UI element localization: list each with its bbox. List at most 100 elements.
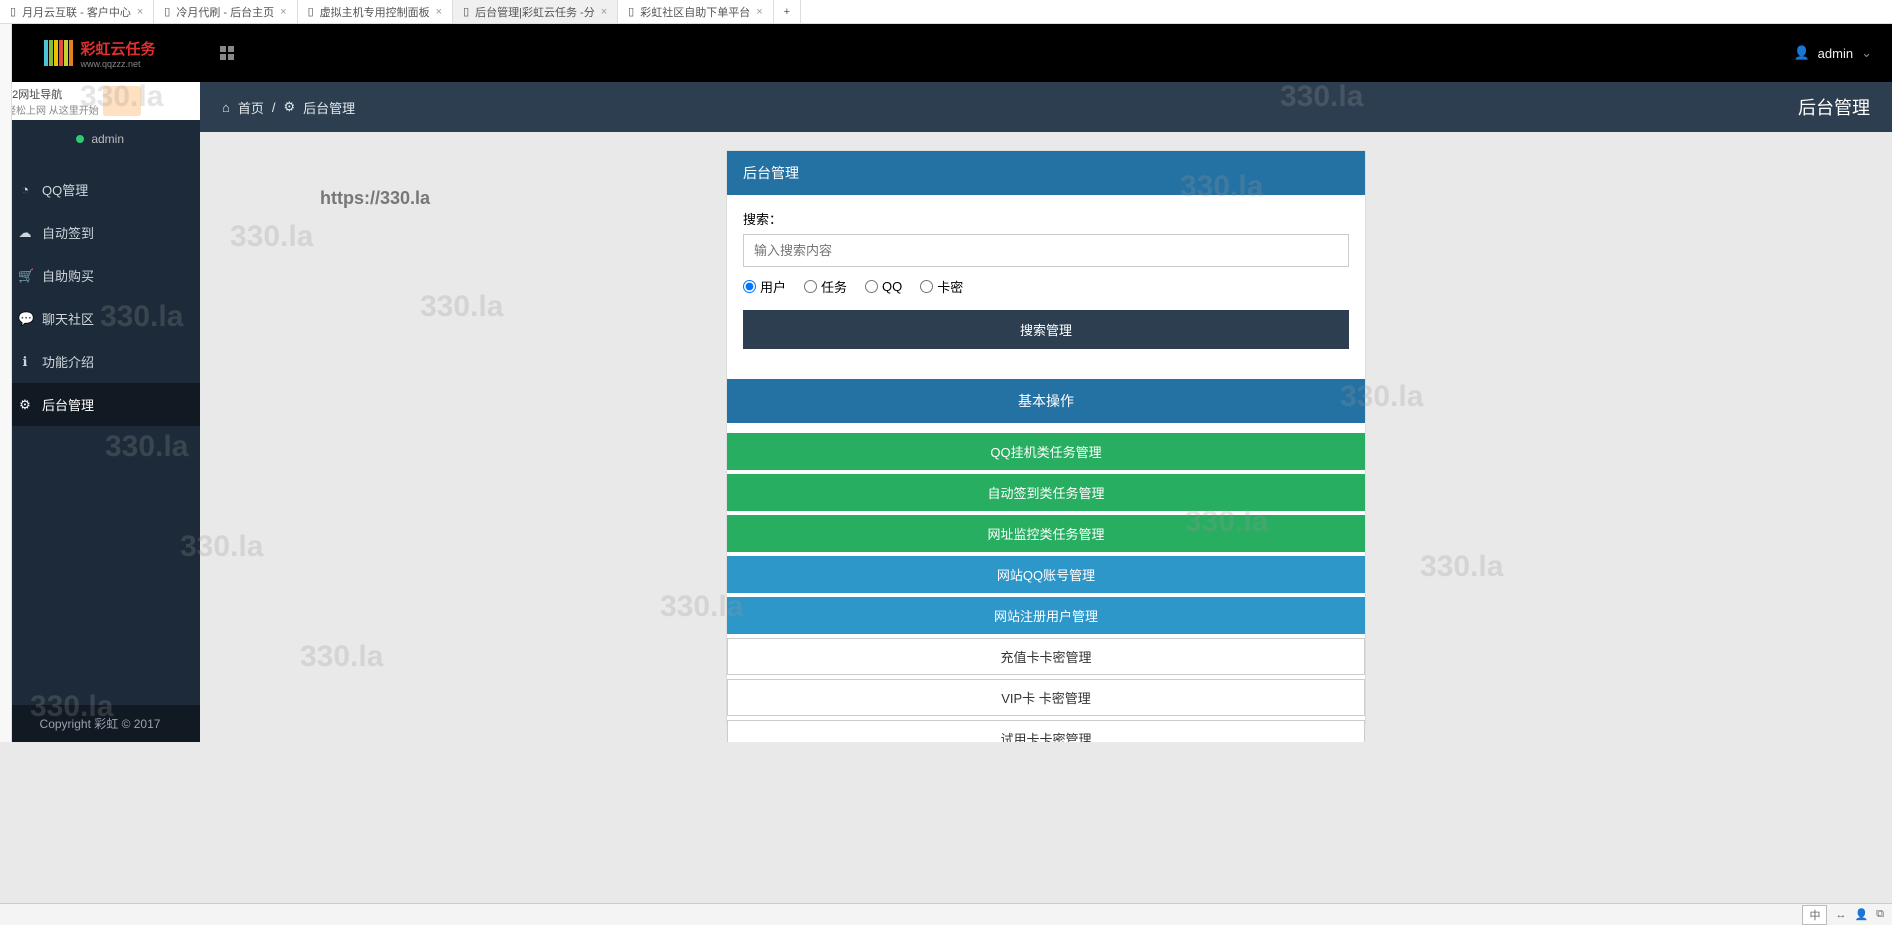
nav-icon: 💬 bbox=[18, 311, 32, 327]
sidebar-item[interactable]: 🛒自助购买 bbox=[0, 254, 200, 297]
topbar-username: admin bbox=[1818, 46, 1853, 61]
ops-button[interactable]: 自动签到类任务管理 bbox=[727, 474, 1365, 511]
ops-button[interactable]: 网站注册用户管理 bbox=[727, 597, 1365, 634]
radio-label: 用户 bbox=[760, 277, 786, 296]
tab-title: 虚拟主机专用控制面板 bbox=[320, 4, 430, 20]
taskbar-icon[interactable]: ↔ bbox=[1835, 909, 1846, 921]
nav-icon: ℹ bbox=[18, 354, 32, 370]
admin-card: 后台管理 搜索： 用户 任务 QQ 卡密 搜索管理 基本操作 QQ挂机类任务管理自动签… bbox=[726, 150, 1366, 724]
sidebar-item[interactable]: ◔ QQ管理 bbox=[0, 168, 200, 211]
ad-title: 52网址导航 bbox=[6, 86, 99, 102]
ops-button[interactable]: QQ挂机类任务管理 bbox=[727, 433, 1365, 470]
browser-tab-bar: ▯月月云互联 - 客户中心×▯冷月代刷 - 后台主页×▯虚拟主机专用控制面板×▯… bbox=[0, 0, 1892, 24]
ops-button[interactable]: VIP卡 卡密管理 bbox=[727, 679, 1365, 716]
basic-ops-header: 基本操作 bbox=[727, 379, 1365, 423]
taskbar: 中 ↔ 👤 ⧉ bbox=[0, 903, 1892, 925]
radio-option[interactable]: 用户 bbox=[743, 277, 786, 296]
sidebar-footer: Copyright 彩虹 © 2017 bbox=[0, 705, 200, 742]
close-icon[interactable]: × bbox=[137, 6, 143, 18]
close-icon[interactable]: × bbox=[436, 6, 442, 18]
browser-tab[interactable]: ▯ 彩虹社区自助下单平台 × bbox=[618, 0, 774, 23]
radio-input[interactable] bbox=[865, 280, 878, 293]
nav-label: 自助购买 bbox=[42, 266, 94, 285]
sidebar-ad[interactable]: 52网址导航 轻松上网 从这里开始 bbox=[0, 82, 200, 120]
ops-button[interactable]: 网站QQ账号管理 bbox=[727, 556, 1365, 593]
chevron-down-icon: ⌄ bbox=[1861, 45, 1872, 61]
radio-option[interactable]: QQ bbox=[865, 277, 902, 296]
tab-icon: ▯ bbox=[308, 5, 314, 18]
sidebar-item[interactable]: 💬 聊天社区 bbox=[0, 297, 200, 340]
breadcrumb: ⌂ 首页 / ⚙ 后台管理 bbox=[222, 98, 355, 117]
user-icon: 👤 bbox=[1793, 45, 1809, 61]
browser-tab[interactable]: ▯ 后台管理|彩虹云任务 -分 × bbox=[453, 0, 618, 23]
tab-title: 后台管理|彩虹云任务 -分 bbox=[475, 4, 595, 20]
nav-icon: ◔ bbox=[18, 182, 32, 197]
nav-icon: ☁ bbox=[18, 225, 32, 241]
ad-sub: 轻松上网 从这里开始 bbox=[6, 102, 99, 117]
ime-indicator[interactable]: 中 bbox=[1802, 905, 1827, 925]
sidebar-item[interactable]: ☁ 自动签到 bbox=[0, 211, 200, 254]
logo[interactable]: 彩虹云任务 www.qqzzz.net bbox=[0, 24, 200, 82]
taskbar-icon[interactable]: ⧉ bbox=[1876, 908, 1884, 921]
nav-label: 自动签到 bbox=[42, 223, 94, 242]
nav-label: 后台管理 bbox=[42, 395, 94, 414]
new-tab-button[interactable]: + bbox=[774, 0, 801, 23]
gear-icon: ⚙ bbox=[284, 99, 296, 115]
tab-title: 冷月代刷 - 后台主页 bbox=[176, 4, 274, 20]
breadcrumb-home[interactable]: 首页 bbox=[238, 98, 264, 117]
radio-option[interactable]: 卡密 bbox=[920, 277, 963, 296]
basic-ops-list: QQ挂机类任务管理自动签到类任务管理网址监控类任务管理网站QQ账号管理网站注册用… bbox=[727, 423, 1365, 742]
browser-tab[interactable]: ▯ 月月云互联 - 客户中心 × bbox=[0, 0, 154, 23]
ops-button[interactable]: 试用卡卡密管理 bbox=[727, 720, 1365, 742]
browser-tab[interactable]: ▯ 虚拟主机专用控制面板 × bbox=[298, 0, 454, 23]
home-icon: ⌂ bbox=[222, 100, 230, 115]
radio-label: 卡密 bbox=[937, 277, 963, 296]
radio-label: QQ bbox=[882, 279, 902, 294]
tab-icon: ▯ bbox=[463, 5, 469, 18]
close-icon[interactable]: × bbox=[601, 6, 607, 18]
nav-label: 聊天社区 bbox=[42, 309, 94, 328]
browser-tab[interactable]: ▯ 冷月代刷 - 后台主页 × bbox=[154, 0, 297, 23]
page-body: 后台管理 搜索： 用户 任务 QQ 卡密 搜索管理 基本操作 QQ挂机类任务管理自动签… bbox=[200, 132, 1892, 742]
radio-option[interactable]: 任务 bbox=[804, 277, 847, 296]
taskbar-icon[interactable]: 👤 bbox=[1854, 908, 1868, 921]
tab-title: 彩虹社区自助下单平台 bbox=[640, 4, 750, 20]
sidebar-nav: ◔ QQ管理 ☁ 自动签到 🛒自助购买 💬 聊天社区 ℹ功能介绍 ⚙ 后台管理 bbox=[0, 168, 200, 426]
ops-button[interactable]: 网址监控类任务管理 bbox=[727, 515, 1365, 552]
topbar-user-menu[interactable]: 👤 admin ⌄ bbox=[1793, 45, 1872, 61]
page-title: 后台管理 bbox=[1798, 94, 1870, 120]
radio-input[interactable] bbox=[804, 280, 817, 293]
logo-stripes-icon bbox=[44, 40, 74, 66]
tab-icon: ▯ bbox=[628, 5, 634, 18]
sidebar-user: admin bbox=[0, 120, 200, 154]
grid-toggle-icon[interactable] bbox=[220, 46, 234, 60]
breadcrumb-current: 后台管理 bbox=[303, 98, 355, 117]
sidebar-item[interactable]: ℹ功能介绍 bbox=[0, 340, 200, 383]
topbar: 👤 admin ⌄ bbox=[200, 24, 1892, 82]
card-header: 后台管理 bbox=[727, 151, 1365, 195]
breadcrumb-bar: ⌂ 首页 / ⚙ 后台管理 后台管理 bbox=[200, 82, 1892, 132]
sidebar-item[interactable]: ⚙ 后台管理 bbox=[0, 383, 200, 426]
tab-icon: ▯ bbox=[10, 5, 16, 18]
search-label: 搜索： bbox=[743, 209, 1349, 228]
sidebar: 彩虹云任务 www.qqzzz.net 52网址导航 轻松上网 从这里开始 ad… bbox=[0, 24, 200, 742]
close-icon[interactable]: × bbox=[756, 6, 762, 18]
logo-subtext: www.qqzzz.net bbox=[80, 59, 155, 69]
breadcrumb-sep: / bbox=[272, 100, 276, 115]
sidebar-username: admin bbox=[91, 132, 124, 146]
radio-label: 任务 bbox=[821, 277, 847, 296]
ops-button[interactable]: 充值卡卡密管理 bbox=[727, 638, 1365, 675]
tab-icon: ▯ bbox=[164, 5, 170, 18]
close-icon[interactable]: × bbox=[280, 6, 286, 18]
nav-icon: ⚙ bbox=[18, 397, 32, 413]
search-button[interactable]: 搜索管理 bbox=[743, 310, 1349, 349]
radio-input[interactable] bbox=[743, 280, 756, 293]
status-dot-icon bbox=[76, 135, 84, 143]
ad-image-icon bbox=[103, 86, 141, 116]
tab-title: 月月云互联 - 客户中心 bbox=[22, 4, 131, 20]
left-strip bbox=[0, 24, 12, 742]
search-type-radios: 用户 任务 QQ 卡密 bbox=[743, 277, 1349, 296]
radio-input[interactable] bbox=[920, 280, 933, 293]
nav-label: QQ管理 bbox=[42, 180, 88, 199]
search-input[interactable] bbox=[743, 234, 1349, 267]
